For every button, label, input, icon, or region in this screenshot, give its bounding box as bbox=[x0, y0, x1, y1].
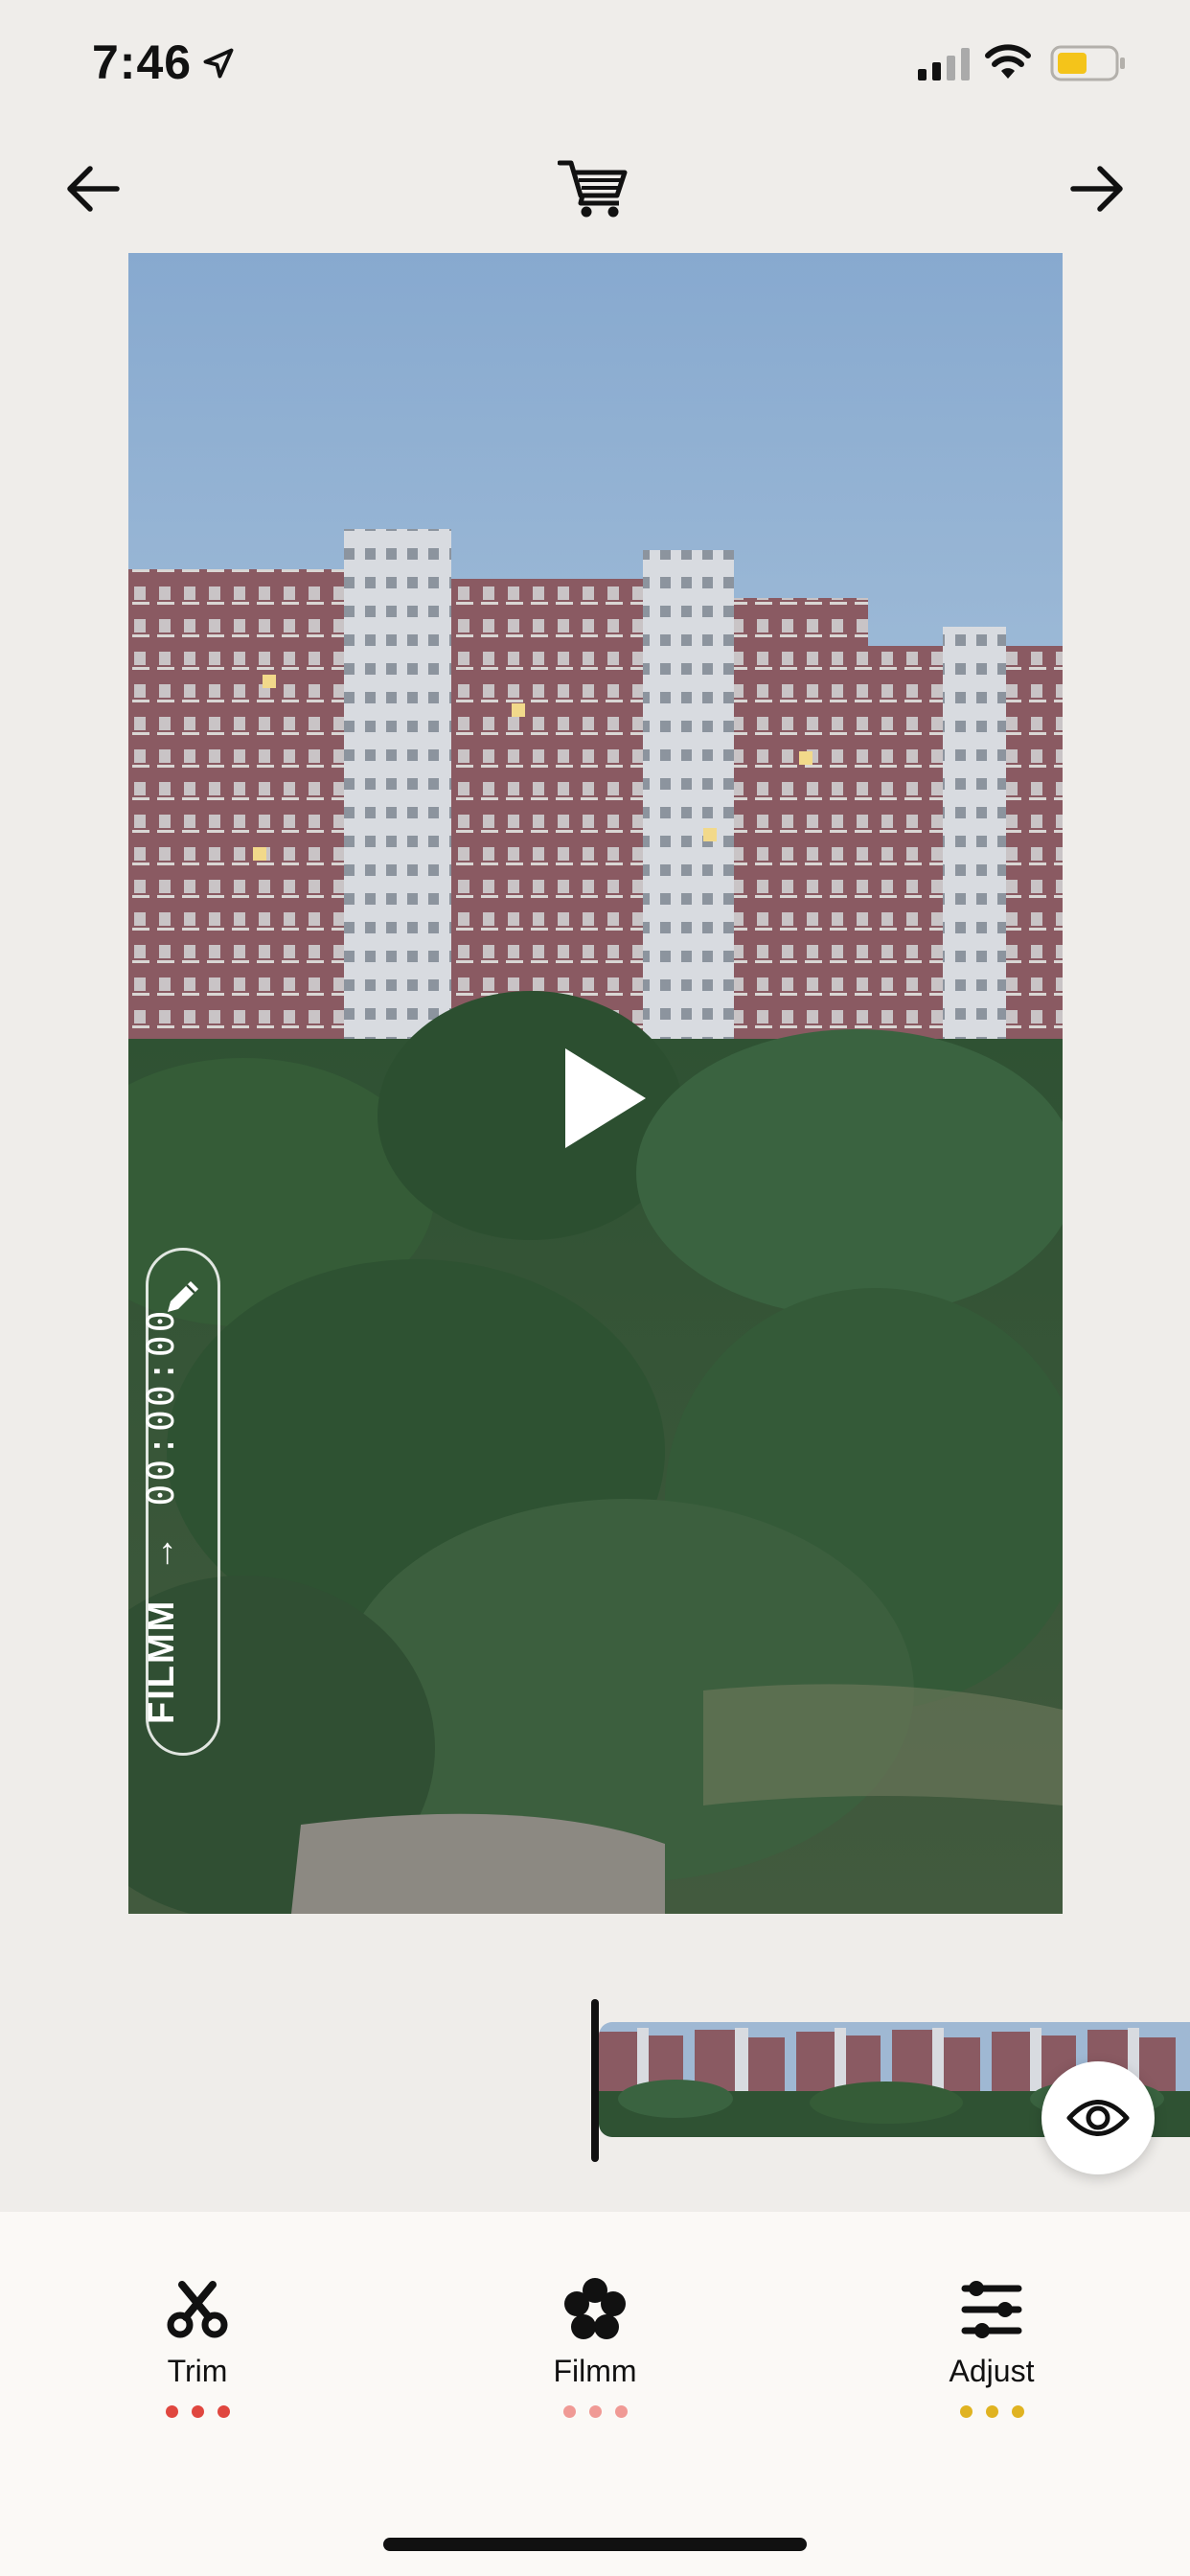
home-indicator[interactable] bbox=[383, 2538, 807, 2551]
video-preview[interactable]: FILMM → 00:00:00 bbox=[128, 253, 1063, 1914]
filmm-stamp-text: FILMM → 00:00:00 bbox=[140, 1308, 183, 1724]
tab-adjust-dots bbox=[877, 2405, 1107, 2423]
sliders-icon bbox=[961, 2281, 1022, 2338]
tab-filmm-dots bbox=[480, 2405, 710, 2423]
cart-icon[interactable] bbox=[558, 157, 630, 218]
tab-trim[interactable]: Trim bbox=[82, 2277, 312, 2440]
timeline-playhead[interactable] bbox=[591, 1999, 599, 2162]
status-time: 7:46 bbox=[92, 35, 193, 89]
eye-icon bbox=[1066, 2100, 1130, 2136]
flower-icon bbox=[564, 2278, 626, 2339]
tab-trim-dots bbox=[82, 2405, 312, 2423]
back-arrow-icon[interactable] bbox=[63, 159, 123, 218]
status-bar: 7:46 bbox=[0, 0, 1190, 129]
wifi-icon bbox=[985, 44, 1031, 79]
location-arrow-icon bbox=[203, 48, 234, 79]
play-icon[interactable] bbox=[561, 1045, 650, 1152]
stamp-brand: FILMM bbox=[142, 1598, 182, 1724]
cellular-signal-icon bbox=[918, 48, 970, 80]
filmm-timestamp-pill[interactable]: FILMM → 00:00:00 bbox=[140, 1248, 220, 1756]
stamp-timecode: 00:00:00 bbox=[140, 1307, 182, 1506]
tab-adjust[interactable]: Adjust bbox=[877, 2277, 1107, 2440]
stamp-arrow: → bbox=[142, 1533, 182, 1573]
tab-filmm-label: Filmm bbox=[553, 2354, 637, 2388]
forward-arrow-icon[interactable] bbox=[1067, 159, 1127, 218]
tab-adjust-label: Adjust bbox=[949, 2354, 1035, 2388]
scissors-icon bbox=[167, 2281, 228, 2338]
battery-icon bbox=[1050, 45, 1125, 81]
tab-filmm[interactable]: Filmm bbox=[480, 2277, 710, 2440]
tab-trim-label: Trim bbox=[167, 2354, 228, 2388]
preview-eye-button[interactable] bbox=[1041, 2061, 1155, 2174]
